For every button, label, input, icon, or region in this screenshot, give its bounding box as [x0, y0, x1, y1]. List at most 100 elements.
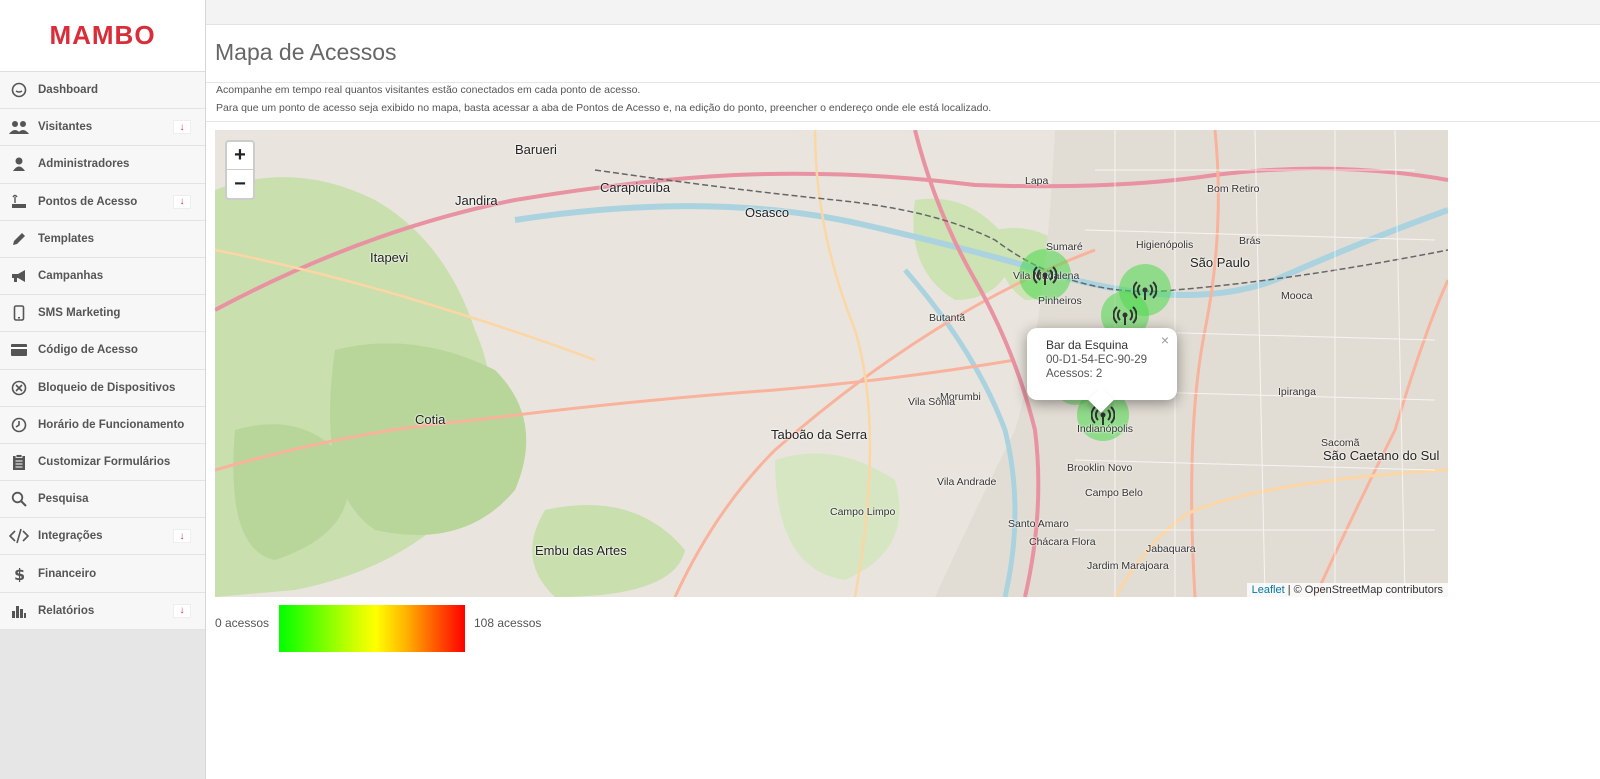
access-point-marker[interactable]	[1031, 261, 1059, 289]
top-bar	[206, 0, 1600, 25]
map-place-label: Vila Andrade	[937, 476, 997, 488]
sidebar-item-campanhas[interactable]: Campanhas	[0, 257, 205, 296]
map-place-label: Osasco	[745, 205, 790, 220]
access-point-marker[interactable]	[1111, 301, 1139, 329]
phone-icon	[0, 305, 38, 322]
sidebar-item-label: Pesquisa	[38, 493, 89, 506]
description-line-2: Para que um ponto de acesso seja exibido…	[216, 102, 992, 114]
mambo-logo: MAMBO	[49, 20, 156, 50]
sidebar-item-dashboard[interactable]: Dashboard	[0, 72, 205, 110]
map-place-label: Taboão da Serra	[771, 427, 868, 442]
sidebar-item-integracoes[interactable]: Integrações ↓	[0, 518, 205, 556]
block-icon	[0, 380, 38, 396]
sidebar-item-label: Bloqueio de Dispositivos	[38, 381, 176, 394]
map-place-label: Jandira	[455, 193, 498, 208]
leaflet-link[interactable]: Leaflet	[1252, 584, 1285, 596]
sidebar-item-bloqueio-de-dispositivos[interactable]: Bloqueio de Dispositivos	[0, 369, 205, 407]
sidebar-item-label: SMS Marketing	[38, 307, 121, 320]
search-icon	[0, 491, 38, 507]
description-line-1: Acompanhe em tempo real quantos visitant…	[216, 84, 641, 96]
logo-area[interactable]: MAMBO	[0, 0, 205, 72]
popup-mac-address: 00-D1-54-EC-90-29	[1046, 354, 1147, 366]
map-attribution: Leaflet | © OpenStreetMap contributors	[1246, 583, 1448, 597]
code-icon	[0, 528, 38, 544]
map-place-label: Embu das Artes	[535, 543, 627, 558]
dashboard-icon	[0, 82, 38, 98]
sidebar-item-pesquisa[interactable]: Pesquisa	[0, 481, 205, 519]
map-place-label: Mooca	[1281, 290, 1313, 302]
zoom-control: + −	[225, 140, 255, 200]
sidebar: MAMBO Dashboard Visitantes ↓ Administradore…	[0, 0, 206, 779]
sidebar-item-visitantes[interactable]: Visitantes ↓	[0, 109, 205, 147]
dollar-icon: $	[0, 566, 38, 582]
page-title: Mapa de Acessos	[215, 39, 397, 65]
map-place-label: Campo Limpo	[830, 506, 896, 518]
sidebar-item-horario-de-funcionamento[interactable]: Horário de Funcionamento	[0, 406, 205, 444]
access-map[interactable]: Barueri Carapicuíba Osasco Jandira Itapevi Sã…	[215, 130, 1448, 597]
map-popup: × Bar da Esquina 00-D1-54-EC-90-29 Acess…	[1027, 328, 1177, 413]
map-place-label: Carapicuíba	[600, 180, 671, 195]
sidebar-item-pontos-de-acesso[interactable]: Pontos de Acesso ↓	[0, 183, 205, 221]
sidebar-item-relatorios[interactable]: Relatórios ↓	[0, 592, 205, 630]
wifi-antenna-icon	[1133, 281, 1157, 300]
sidebar-item-customizar-formularios[interactable]: Customizar Formulários	[0, 443, 205, 482]
page-header: Mapa de Acessos	[206, 25, 1600, 83]
megaphone-icon	[0, 268, 38, 284]
map-place-label: Jabaquara	[1146, 543, 1196, 555]
map-place-label: Chácara Flora	[1029, 536, 1096, 548]
legend-gradient-bar	[279, 605, 465, 652]
sidebar-item-templates[interactable]: Templates	[0, 220, 205, 258]
sidebar-item-label: Administradores	[38, 158, 130, 171]
sidebar-item-label: Dashboard	[38, 84, 99, 97]
map-place-label: Ipiranga	[1278, 386, 1316, 398]
sidebar-item-label: Horário de Funcionamento	[38, 418, 185, 431]
page-description: Acompanhe em tempo real quantos visitant…	[206, 83, 1600, 122]
clock-icon	[0, 417, 38, 433]
clipboard-icon	[0, 454, 38, 470]
access-point-marker[interactable]	[1131, 276, 1159, 304]
user-icon	[0, 156, 38, 172]
expand-arrow-icon[interactable]: ↓	[173, 194, 191, 209]
map-place-label: Itapevi	[370, 250, 409, 265]
sidebar-nav: Dashboard Visitantes ↓ Administradores Ponto…	[0, 72, 205, 630]
sidebar-item-sms-marketing[interactable]: SMS Marketing	[0, 295, 205, 333]
sidebar-item-label: Campanhas	[38, 270, 104, 283]
sidebar-item-label: Código de Acesso	[38, 344, 138, 357]
map-place-label: Bom Retiro	[1207, 183, 1260, 195]
wifi-antenna-icon	[1113, 306, 1137, 325]
bar-chart-icon	[0, 603, 38, 619]
popup-access-count: Acessos: 2	[1046, 368, 1103, 380]
map-place-label: Brooklin Novo	[1067, 462, 1133, 474]
zoom-in-button[interactable]: +	[227, 142, 253, 170]
wifi-antenna-icon	[1033, 266, 1057, 285]
map-place-label: Butantã	[929, 312, 966, 324]
legend-max-label: 108 acessos	[474, 616, 542, 630]
map-place-label: Sumaré	[1046, 241, 1083, 253]
legend-min-label: 0 acessos	[215, 616, 270, 630]
map-place-label: Barueri	[515, 142, 557, 157]
map-place-label: São Caetano do Sul	[1323, 448, 1440, 463]
popup-close-button[interactable]: ×	[1161, 332, 1169, 348]
sidebar-item-label: Financeiro	[38, 567, 97, 580]
sidebar-item-label: Templates	[38, 232, 95, 245]
map-place-label: Santo Amaro	[1008, 518, 1069, 530]
sidebar-item-administradores[interactable]: Administradores	[0, 146, 205, 184]
map-place-label: Lapa	[1025, 175, 1049, 187]
map-place-label: Sacomã	[1321, 437, 1360, 449]
users-icon	[0, 119, 38, 135]
sidebar-item-financeiro[interactable]: $ Financeiro	[0, 555, 205, 593]
sidebar-item-label: Customizar Formulários	[38, 455, 171, 468]
expand-arrow-icon[interactable]: ↓	[173, 603, 191, 618]
svg-text:$: $	[14, 566, 25, 582]
expand-arrow-icon[interactable]: ↓	[173, 120, 191, 135]
sidebar-item-codigo-de-acesso[interactable]: Código de Acesso	[0, 332, 205, 370]
popup-title: Bar da Esquina	[1046, 338, 1129, 352]
map-place-label: Pinheiros	[1038, 295, 1082, 307]
map-place-label: Campo Belo	[1085, 487, 1143, 499]
map-place-label: Vila Sônia	[908, 396, 956, 408]
map-place-label: São Paulo	[1190, 255, 1250, 270]
expand-arrow-icon[interactable]: ↓	[173, 529, 191, 544]
card-icon	[0, 343, 38, 357]
zoom-out-button[interactable]: −	[227, 170, 253, 198]
attribution-text: | © OpenStreetMap contributors	[1284, 584, 1443, 596]
